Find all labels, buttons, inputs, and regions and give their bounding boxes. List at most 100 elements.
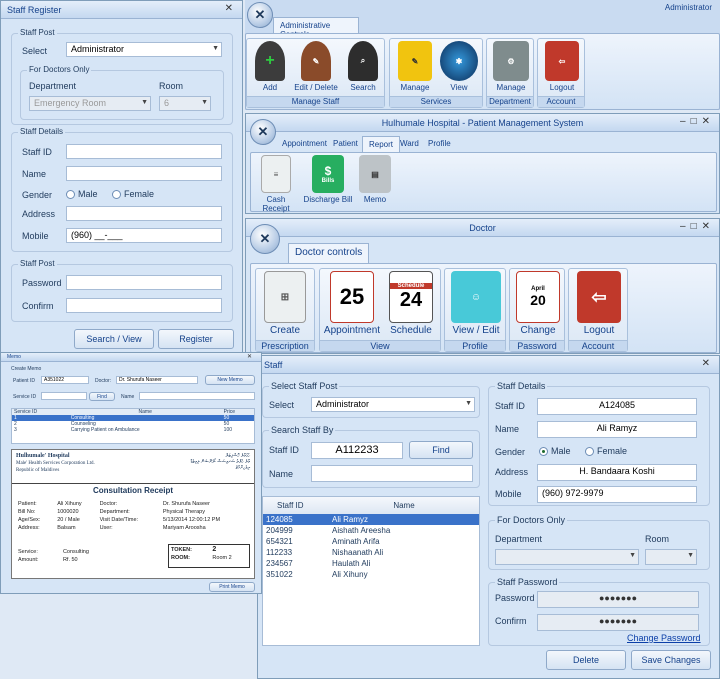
chevron-down-icon: ▼: [629, 552, 636, 559]
table-row[interactable]: 351022 Ali Xihuny: [263, 569, 479, 580]
address-field[interactable]: [66, 206, 222, 221]
cell: 204999: [266, 526, 293, 535]
gender-male-radio[interactable]: Male: [539, 446, 571, 457]
service-id-field[interactable]: [41, 392, 87, 400]
change-password-button[interactable]: April 20 Change: [512, 271, 564, 336]
gender-female-radio[interactable]: Female: [585, 446, 627, 457]
profile-group: ☺ View / Edit Profile: [444, 268, 506, 352]
service-name-field[interactable]: [139, 392, 255, 400]
name-field[interactable]: [66, 166, 222, 181]
value: 20 / Male: [57, 517, 80, 523]
register-button[interactable]: Register: [158, 329, 234, 349]
button-label: Logout: [549, 83, 575, 92]
tab-patient[interactable]: Patient: [327, 136, 364, 152]
app-menu-orb[interactable]: ✕: [250, 119, 276, 145]
department-select[interactable]: Emergency Room ▼: [29, 96, 151, 111]
table-row[interactable]: 204999 Aishath Areesha: [263, 525, 479, 536]
table-row[interactable]: 234567 Haulath Ali: [263, 558, 479, 569]
staff-id-field[interactable]: [66, 144, 222, 159]
patient-id-label: Patient ID: [13, 378, 35, 384]
change-password-link[interactable]: Change Password: [627, 633, 701, 643]
window-controls[interactable]: –□✕: [680, 221, 715, 232]
find-button[interactable]: Find: [89, 392, 115, 401]
thaana-line-3: ދިވެހިރާއްޖެ: [235, 466, 250, 471]
password-field[interactable]: [66, 275, 222, 290]
patient-id-field[interactable]: A351022: [41, 376, 89, 384]
password-field[interactable]: ●●●●●●●: [537, 591, 699, 608]
room-select[interactable]: 6 ▼: [159, 96, 211, 111]
window-controls[interactable]: –□✕: [680, 116, 715, 127]
search-view-button[interactable]: Search / View: [74, 329, 154, 349]
gender-female-radio[interactable]: Female: [112, 189, 154, 200]
app-menu-orb[interactable]: ✕: [247, 2, 273, 28]
tab-profile[interactable]: Profile: [422, 136, 457, 152]
tab-administrative-controls[interactable]: Administrative Controls: [273, 17, 359, 39]
manage-department-button[interactable]: ⚙ Manage: [490, 41, 532, 92]
column-header-staff-id[interactable]: Staff ID: [263, 497, 329, 514]
tab-appointment[interactable]: Appointment: [276, 136, 333, 152]
admin-ribbon: + Add ✎ Edit / Delete ⌕ Search Manage Staff…: [245, 33, 720, 110]
department-select[interactable]: ▼: [495, 549, 639, 565]
label: Visit Date/Time:: [99, 517, 139, 523]
close-icon[interactable]: ✕: [247, 353, 257, 360]
find-button[interactable]: Find: [409, 441, 473, 459]
delete-button[interactable]: Delete: [546, 650, 626, 670]
create-prescription-button[interactable]: ⊞ Create: [259, 271, 311, 336]
table-row[interactable]: 3 Carrying Patient on Ambulance 100: [12, 427, 254, 433]
new-memo-button[interactable]: New Memo: [205, 375, 255, 385]
staff-id-field[interactable]: A124085: [537, 398, 697, 415]
department-value: Emergency Room: [34, 98, 107, 108]
value: Ali Xihuny: [57, 501, 82, 507]
add-staff-button[interactable]: + Add: [251, 41, 289, 92]
confirm-field[interactable]: ●●●●●●●: [537, 614, 699, 631]
view-edit-profile-button[interactable]: ☺ View / Edit: [447, 271, 505, 336]
legend: For Doctors Only: [27, 65, 92, 74]
legend: Staff Post: [18, 259, 57, 268]
male-label: Male: [551, 446, 571, 456]
cell: Ali Ramyz: [332, 515, 369, 524]
column-header-name[interactable]: Name: [329, 497, 479, 514]
view-services-button[interactable]: ✱ View: [438, 41, 480, 92]
name-label: Name: [269, 469, 294, 479]
app-menu-orb[interactable]: ✕: [250, 224, 280, 254]
staff-details-group: Staff Details Staff ID Name Gender Male …: [11, 127, 233, 252]
staff-post-select[interactable]: Administrator ▼: [311, 397, 475, 412]
cash-receipt-button[interactable]: ≡ Cash Receipt: [253, 155, 299, 213]
search-staff-group: Search Staff By Staff ID A112233 Find Na…: [262, 425, 480, 488]
memo-button[interactable]: ▤ Memo: [355, 155, 395, 204]
doctor-select[interactable]: Dr. Shurufa Naseer: [116, 376, 198, 384]
cell: Ali Xihuny: [332, 570, 368, 579]
gender-male-radio[interactable]: Male: [66, 189, 98, 200]
confirm-field[interactable]: [66, 298, 222, 313]
logout-button[interactable]: ⇦ Logout: [541, 41, 583, 92]
table-row[interactable]: 654321 Aminath Arifa: [263, 536, 479, 547]
memo-titlebar: Memo ✕: [1, 353, 261, 362]
save-changes-button[interactable]: Save Changes: [631, 650, 711, 670]
schedule-button[interactable]: Schedule 24 Schedule: [382, 271, 440, 336]
tab-doctor-controls[interactable]: Doctor controls: [288, 243, 370, 263]
search-staff-button[interactable]: ⌕ Search: [343, 41, 383, 92]
print-memo-button[interactable]: Print Memo: [209, 582, 255, 592]
tab-ward[interactable]: Ward: [394, 136, 425, 152]
mobile-field[interactable]: (960) 972-9979: [537, 486, 697, 503]
room-select[interactable]: ▼: [645, 549, 697, 565]
discharge-bill-button[interactable]: $ Bills Discharge Bill: [303, 155, 353, 204]
edit-delete-staff-button[interactable]: ✎ Edit / Delete: [291, 41, 341, 92]
button-label: Manage: [496, 83, 526, 92]
manage-services-button[interactable]: ✎ Manage: [394, 41, 436, 92]
staff-post-select[interactable]: Administrator ▼: [66, 42, 222, 57]
close-icon[interactable]: ✕: [702, 358, 715, 369]
staff-id-label: Staff ID: [22, 147, 52, 157]
close-icon[interactable]: ✕: [225, 3, 238, 14]
table-row[interactable]: 124085 Ali Ramyz: [263, 514, 479, 525]
table-row[interactable]: 112233 Nishaanath Ali: [263, 547, 479, 558]
name-field[interactable]: Ali Ramyz: [537, 421, 697, 438]
appointment-button[interactable]: 25 Appointment: [322, 271, 382, 336]
mobile-field[interactable]: (960) __-___: [66, 228, 222, 243]
button-label: Appointment: [323, 325, 381, 336]
calendar-day: 20: [530, 292, 546, 308]
logout-button[interactable]: ⇦ Logout: [571, 271, 627, 336]
search-name-field[interactable]: [311, 465, 473, 482]
address-field[interactable]: H. Bandaara Koshi: [537, 464, 697, 481]
search-staff-id-field[interactable]: A112233: [311, 442, 403, 459]
